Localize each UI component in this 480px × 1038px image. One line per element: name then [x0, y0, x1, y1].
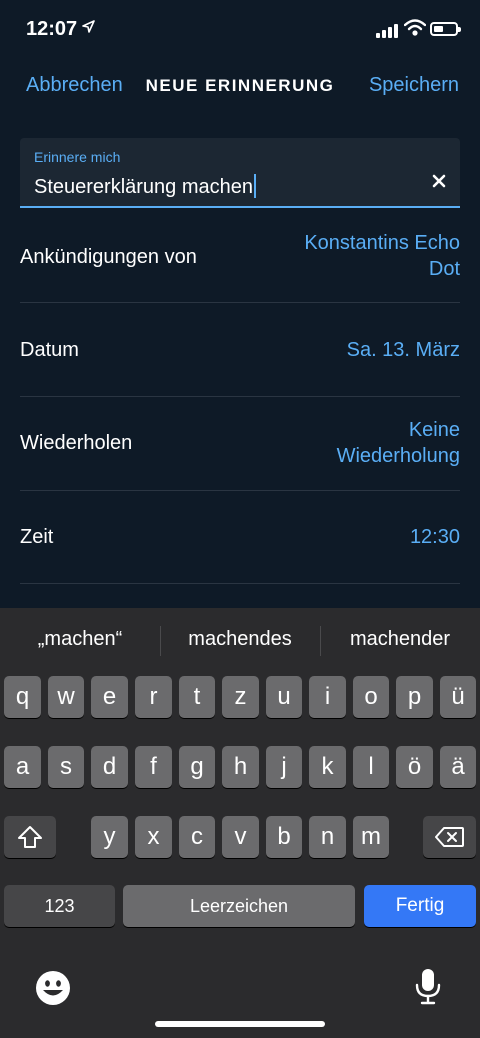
space-key[interactable]: Leerzeichen [123, 885, 355, 927]
key-o-umlaut[interactable]: ö [396, 746, 433, 788]
key-n[interactable]: n [309, 816, 346, 858]
key-a-umlaut[interactable]: ä [440, 746, 476, 788]
reminder-input-text: Steuererklärung machen [34, 176, 254, 198]
keyboard: „machen“ machendes machender q w e r t z… [0, 608, 480, 1038]
key-u-umlaut[interactable]: ü [440, 676, 476, 718]
key-i[interactable]: i [309, 676, 346, 718]
announcements-device-line2: Dot [428, 258, 460, 280]
row-date[interactable]: Datum Sa. 13. März [20, 302, 460, 397]
key-x[interactable]: x [135, 816, 172, 858]
row-time-value[interactable]: 12:30 [410, 524, 460, 550]
location-arrow-icon [82, 20, 95, 33]
repeat-value-line1: Keine [408, 419, 460, 441]
row-announcements-value[interactable]: Konstantins Echo Dot [304, 230, 460, 282]
key-o[interactable]: o [353, 676, 389, 718]
status-time: 12:07 [26, 18, 78, 40]
key-y[interactable]: y [91, 816, 128, 858]
row-date-value[interactable]: Sa. 13. März [347, 337, 460, 363]
wifi-icon [404, 19, 426, 36]
key-r[interactable]: r [135, 676, 172, 718]
key-u[interactable]: u [266, 676, 302, 718]
key-a[interactable]: a [4, 746, 41, 788]
reminder-input-value[interactable]: Steuererklärung machen [34, 174, 257, 199]
done-key[interactable]: Fertig [364, 885, 476, 927]
key-c[interactable]: c [179, 816, 215, 858]
key-j[interactable]: j [266, 746, 302, 788]
suggestion-2[interactable]: machendes [160, 628, 320, 651]
row-announcements-label: Ankündigungen von [20, 246, 197, 268]
row-time-label: Zeit [20, 526, 54, 548]
row-date-label: Datum [20, 339, 79, 361]
backspace-icon [434, 827, 464, 847]
key-l[interactable]: l [353, 746, 389, 788]
save-button[interactable]: Speichern [369, 74, 459, 97]
reminder-text-field[interactable]: Erinnere mich Steuererklärung machen [20, 138, 460, 208]
home-indicator[interactable] [155, 1021, 325, 1027]
battery-icon [430, 22, 461, 36]
text-caret [254, 174, 257, 198]
suggestion-bar: „machen“ machendes machender [0, 608, 480, 672]
key-z[interactable]: z [222, 676, 259, 718]
reminder-field-label: Erinnere mich [34, 149, 121, 165]
announcements-device-line1: Konstantins Echo [304, 232, 460, 254]
repeat-value-line2: Wiederholung [336, 445, 460, 467]
cellular-signal-icon [376, 24, 400, 38]
key-e[interactable]: e [91, 676, 128, 718]
row-time[interactable]: Zeit 12:30 [20, 490, 460, 584]
row-repeat-value[interactable]: Keine Wiederholung [337, 417, 460, 469]
suggestion-3[interactable]: machender [320, 628, 480, 651]
microphone-icon[interactable] [414, 968, 442, 1006]
shift-key[interactable] [4, 816, 56, 858]
key-b[interactable]: b [266, 816, 302, 858]
emoji-icon[interactable] [35, 970, 71, 1006]
suggestion-1[interactable]: „machen“ [0, 628, 160, 651]
clear-icon[interactable] [430, 172, 448, 190]
key-d[interactable]: d [91, 746, 128, 788]
key-t[interactable]: t [179, 676, 215, 718]
key-p[interactable]: p [396, 676, 433, 718]
key-w[interactable]: w [48, 676, 84, 718]
delete-key[interactable] [423, 816, 476, 858]
key-v[interactable]: v [222, 816, 259, 858]
key-f[interactable]: f [135, 746, 172, 788]
status-bar: 12:07 [0, 0, 480, 56]
shift-icon [18, 826, 42, 848]
key-m[interactable]: m [353, 816, 389, 858]
row-announcements[interactable]: Ankündigungen von Konstantins Echo Dot [20, 210, 460, 303]
numbers-key[interactable]: 123 [4, 885, 115, 927]
key-g[interactable]: g [179, 746, 215, 788]
key-s[interactable]: s [48, 746, 84, 788]
key-k[interactable]: k [309, 746, 346, 788]
key-h[interactable]: h [222, 746, 259, 788]
key-q[interactable]: q [4, 676, 41, 718]
row-repeat[interactable]: Wiederholen Keine Wiederholung [20, 396, 460, 491]
row-repeat-label: Wiederholen [20, 432, 133, 454]
navigation-bar: Abbrechen NEUE ERINNERUNG Speichern [0, 66, 480, 106]
